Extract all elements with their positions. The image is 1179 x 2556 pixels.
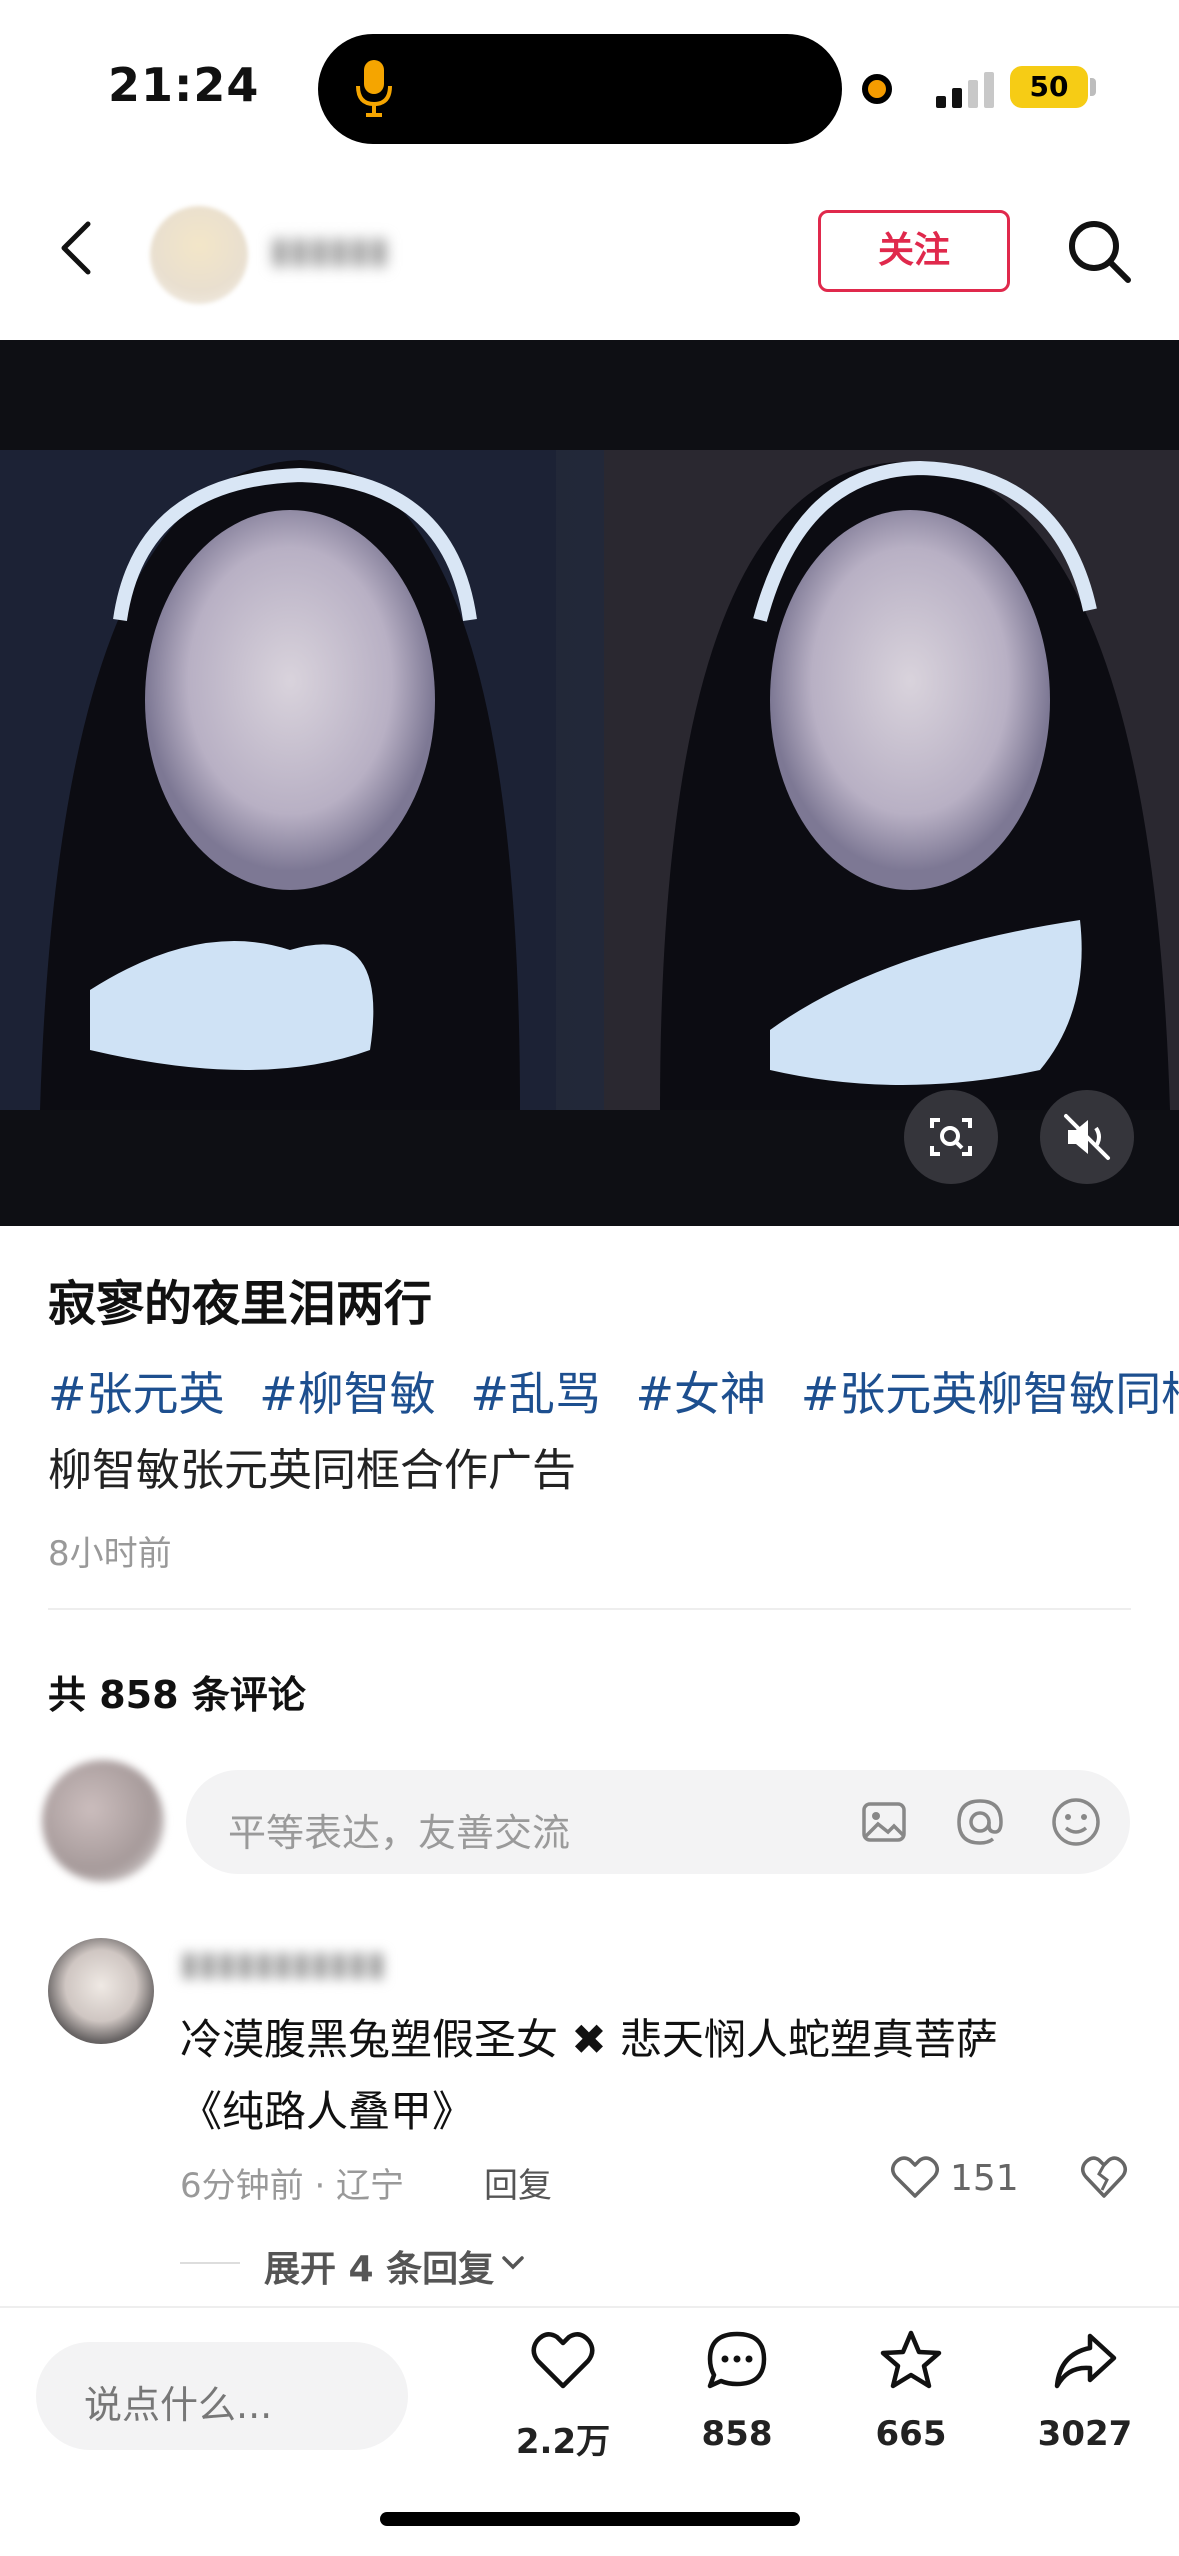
hashtag[interactable]: #张元英 (48, 1367, 225, 1421)
mute-toggle-button[interactable] (1040, 1090, 1134, 1184)
battery-indicator: 50 (1010, 66, 1088, 108)
video-player[interactable] (0, 340, 1179, 1226)
comment-icon[interactable] (704, 2328, 770, 2394)
hashtag[interactable]: #张元英柳智敏同框 (801, 1367, 1179, 1421)
post-timestamp: 8小时前 (48, 1534, 172, 1574)
comment-text-line: 《纯路人叠甲》 (180, 2087, 475, 2136)
author-avatar[interactable] (150, 206, 248, 304)
back-arrow-icon[interactable] (56, 218, 96, 278)
hashtag[interactable]: #女神 (636, 1367, 767, 1421)
commenter-name-blurred[interactable]: ▮▮▮▮▮▮▮▮▮▮▮ (180, 1944, 386, 1984)
hashtag[interactable]: #柳智敏 (259, 1367, 436, 1421)
comment-meta: 6分钟前 · 辽宁 (180, 2166, 405, 2206)
like-icon[interactable] (530, 2328, 596, 2394)
star-icon[interactable] (878, 2328, 944, 2394)
broken-heart-icon[interactable] (1080, 2154, 1128, 2200)
hashtag[interactable]: #乱骂 (470, 1367, 601, 1421)
status-time: 21:24 (108, 58, 260, 112)
scan-icon (930, 1118, 972, 1156)
cellular-signal-icon (936, 72, 994, 108)
battery-tip (1090, 78, 1096, 96)
share-count: 3027 (1037, 2414, 1133, 2454)
reply-thread-line (180, 2262, 240, 2264)
image-icon[interactable] (860, 1798, 908, 1846)
image-search-button[interactable] (904, 1090, 998, 1184)
microphone-icon (356, 60, 392, 117)
quick-comment-placeholder: 说点什么... (84, 2383, 273, 2427)
favorite-count: 665 (875, 2414, 947, 2454)
mic-indicator-dot (862, 74, 892, 104)
author-name-blurred[interactable]: ▮▮▮▮▮▮ (270, 230, 389, 271)
home-indicator[interactable] (380, 2512, 800, 2526)
comment-count: 858 (701, 2414, 773, 2454)
dynamic-island (318, 34, 842, 144)
search-icon[interactable] (1064, 216, 1134, 286)
follow-button[interactable]: 关注 (818, 210, 1010, 292)
hashtag-list: #张元英 #柳智敏 #乱骂 #女神 #张元英柳智敏同框 (48, 1358, 1179, 1424)
post-title: 寂寥的夜里泪两行 (48, 1276, 433, 1332)
like-count: 2.2万 (515, 2422, 611, 2462)
chevron-down-icon[interactable] (500, 2252, 526, 2272)
mention-icon[interactable] (954, 1796, 1006, 1848)
heart-icon[interactable] (890, 2154, 940, 2200)
comment-like-count: 151 (950, 2158, 1019, 2199)
section-divider (48, 1608, 1131, 1610)
muted-speaker-icon (1064, 1114, 1110, 1160)
comment-count-label: 共 858 条评论 (48, 1673, 306, 1717)
expand-replies-button[interactable]: 展开 4 条回复 (264, 2240, 494, 2292)
emoji-icon[interactable] (1050, 1796, 1102, 1848)
video-frame (0, 450, 1179, 1110)
comment-text-line: 冷漠腹黑兔塑假圣女 ✖ 悲天悯人蛇塑真菩萨 (180, 2015, 998, 2064)
post-description: 柳智敏张元英同框合作广告 (48, 1445, 576, 1496)
commenter-avatar[interactable] (48, 1938, 154, 2044)
video-thumbnail (0, 450, 1179, 1110)
reply-button[interactable]: 回复 (484, 2158, 552, 2207)
comment-input-placeholder: 平等表达，友善交流 (228, 1811, 571, 1855)
share-icon[interactable] (1052, 2328, 1118, 2394)
current-user-avatar (42, 1760, 164, 1882)
